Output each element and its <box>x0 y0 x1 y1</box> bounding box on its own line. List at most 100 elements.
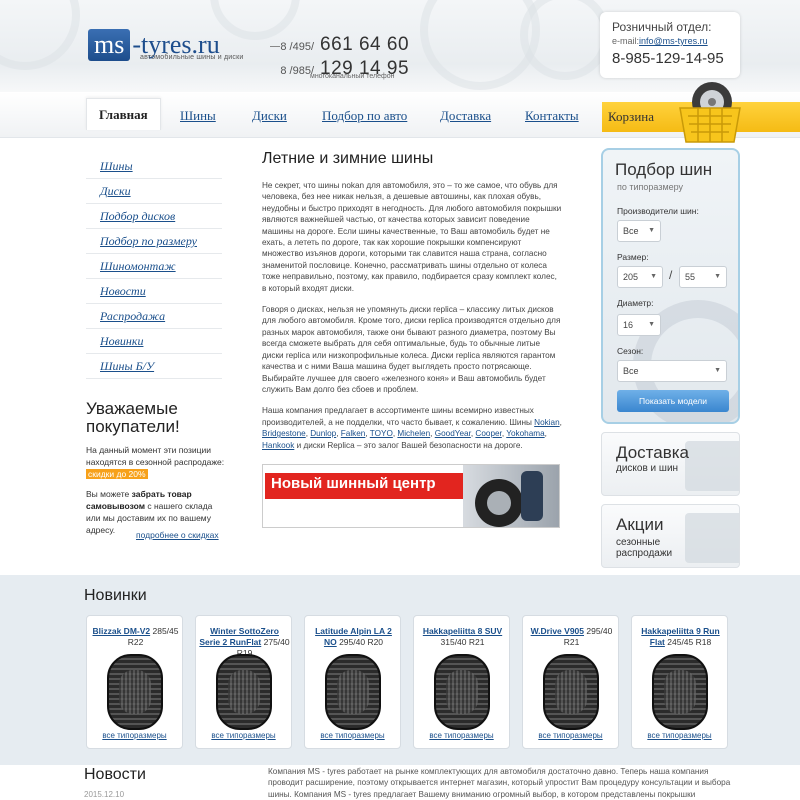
sidebar-item-size-selection[interactable]: Подбор по размеру <box>86 229 222 254</box>
phone-note: многоканальный телефон <box>310 73 395 80</box>
promo-text-2-pre: Вы можете <box>86 489 130 499</box>
season-label: Сезон: <box>617 346 644 356</box>
brand-link[interactable]: TOYO <box>370 429 393 438</box>
sidebar-item-wheels[interactable]: Диски <box>86 179 222 204</box>
phone-number: 661 64 60 <box>320 34 410 55</box>
promo-pickup-text: Вы можете забрать товар самовывозом с на… <box>86 488 226 536</box>
page-title: Летние и зимние шины <box>262 150 434 167</box>
brand-link[interactable]: Hankook <box>262 441 294 450</box>
all-sizes-link[interactable]: все типоразмеры <box>523 731 618 740</box>
nav-contacts[interactable]: Контакты <box>525 102 579 130</box>
tire-image <box>325 654 381 730</box>
cart-basket-icon[interactable] <box>674 78 746 150</box>
product-title-link[interactable]: W.Drive V905 <box>531 626 584 636</box>
size-separator: / <box>669 268 673 282</box>
news-text: Компания MS - tyres работает на рынке ко… <box>268 767 731 799</box>
chevron-down-icon: ▼ <box>714 273 721 280</box>
news-title: Новости <box>84 766 146 783</box>
wheel-icon <box>685 513 739 563</box>
tire-image <box>107 654 163 730</box>
news-date: 2015.12.10 <box>84 790 125 799</box>
delivery-subtitle: дисков и шин <box>616 463 679 474</box>
nav-tires[interactable]: Шины <box>180 102 216 130</box>
brand-link[interactable]: Yokohama <box>506 429 544 438</box>
sidebar-item-used-tires[interactable]: Шины Б/У <box>86 354 222 379</box>
nav-car-selection[interactable]: Подбор по авто <box>322 102 407 130</box>
sidebar-item-tires[interactable]: Шины <box>86 154 222 179</box>
product-card[interactable]: Hakkapeliitta 8 SUV 315/40 R21 все типор… <box>413 615 510 749</box>
all-sizes-link[interactable]: все типоразмеры <box>632 731 727 740</box>
all-sizes-link[interactable]: все типоразмеры <box>414 731 509 740</box>
product-title-link[interactable]: Hakkapeliitta 8 SUV <box>423 626 502 636</box>
maker-select-value: Все <box>623 226 639 236</box>
brand-link[interactable]: GoodYear <box>435 429 471 438</box>
nav-wheels[interactable]: Диски <box>252 102 287 130</box>
paragraph-text: Наша компания предлагает в ассортименте … <box>262 406 534 427</box>
sidebar-nav: Шины Диски Подбор дисков Подбор по разме… <box>86 154 222 379</box>
banner-text: Новый шинный центр <box>271 475 436 492</box>
all-sizes-link[interactable]: все типоразмеры <box>87 731 182 740</box>
product-card[interactable]: Latitude Alpin LA 2 NO 295/40 R20 все ти… <box>304 615 401 749</box>
all-sizes-link[interactable]: все типоразмеры <box>305 731 400 740</box>
chevron-down-icon: ▼ <box>714 367 721 374</box>
sidebar-item-wheel-selection[interactable]: Подбор дисков <box>86 204 222 229</box>
product-card[interactable]: W.Drive V905 295/40 R21 все типоразмеры <box>522 615 619 749</box>
brand-link[interactable]: Nokian <box>534 418 560 427</box>
promo-block: Уважаемые покупатели! На данный момент э… <box>86 400 226 540</box>
delivery-title: Доставка <box>616 443 690 462</box>
product-name: Hakkapeliitta 9 Run Flat 245/45 R18 <box>635 626 726 648</box>
sidebar-item-tire-fitting[interactable]: Шиномонтаж <box>86 254 222 279</box>
article-paragraph: Наша компания предлагает в ассортименте … <box>262 406 562 450</box>
product-card[interactable]: Winter SottoZero Serie 2 RunFlat 275/40 … <box>195 615 292 749</box>
delivery-box[interactable]: Доставка дисков и шин <box>601 432 740 496</box>
promotions-subtitle-2: распродажи <box>616 548 673 559</box>
picker-title: Подбор шин <box>615 160 713 179</box>
nav-delivery[interactable]: Доставка <box>440 102 491 130</box>
discount-details-link[interactable]: подробнее о скидках <box>136 530 219 540</box>
profile-select[interactable]: 55 ▼ <box>679 266 727 288</box>
sidebar-item-news[interactable]: Новости <box>86 279 222 304</box>
diameter-label: Диаметр: <box>617 298 654 308</box>
article-paragraph: Не секрет, что шины nokan для автомобиля… <box>262 181 562 293</box>
sidebar-item-sale[interactable]: Распродажа <box>86 304 222 329</box>
size-label: Размер: <box>617 252 649 262</box>
discount-badge: скидки до 20% <box>86 469 148 479</box>
maker-select[interactable]: Все ▼ <box>617 220 661 242</box>
email-link[interactable]: info@ms-tyres.ru <box>639 36 708 46</box>
diameter-select[interactable]: 16 ▼ <box>617 314 661 336</box>
product-name: Hakkapeliitta 8 SUV 315/40 R21 <box>417 626 508 648</box>
promo-text: На данный момент эти позиции находятся в… <box>86 444 226 480</box>
new-arrivals-section: Новинки Blizzak DM-V2 285/45 R22 все тип… <box>0 575 800 765</box>
brand-link[interactable]: Cooper <box>475 429 501 438</box>
promotions-box[interactable]: Акции сезонные распродажи <box>601 504 740 568</box>
show-models-button[interactable]: Показать модели <box>617 390 729 412</box>
tire-center-banner[interactable]: Новый шинный центр <box>262 464 560 528</box>
logo-tagline: автомобильные шины и диски <box>140 54 244 61</box>
brand-link[interactable]: Bridgestone <box>262 429 306 438</box>
chevron-down-icon: ▼ <box>650 273 657 280</box>
tire-image <box>434 654 490 730</box>
product-card[interactable]: Hakkapeliitta 9 Run Flat 245/45 R18 все … <box>631 615 728 749</box>
maker-label: Производители шин: <box>617 206 699 216</box>
all-sizes-link[interactable]: все типоразмеры <box>196 731 291 740</box>
brand-link[interactable]: Falken <box>341 429 366 438</box>
product-title-link[interactable]: Blizzak DM-V2 <box>93 626 151 636</box>
nav-home[interactable]: Главная <box>86 98 161 130</box>
brand-link[interactable]: Dunlop <box>310 429 336 438</box>
brand-link[interactable]: Michelen <box>397 429 430 438</box>
product-card[interactable]: Blizzak DM-V2 285/45 R22 все типоразмеры <box>86 615 183 749</box>
main-content: Летние и зимние шины Не секрет, что шины… <box>262 150 562 461</box>
product-size: 295/40 R20 <box>339 637 384 647</box>
season-select[interactable]: Все ▼ <box>617 360 727 382</box>
diameter-select-value: 16 <box>623 320 634 330</box>
retail-email: e-mail:info@ms-tyres.ru <box>612 36 728 46</box>
season-select-value: Все <box>623 366 639 376</box>
tire-picker: Подбор шин по типоразмеру Производители … <box>601 148 740 424</box>
retail-phone: 8-985-129-14-95 <box>612 50 724 67</box>
phone-row: 8 /495/ 661 64 60 <box>270 34 410 58</box>
tire-image <box>652 654 708 730</box>
rim-decoration <box>0 0 80 70</box>
product-name: Latitude Alpin LA 2 NO 295/40 R20 <box>308 626 399 648</box>
width-select[interactable]: 205 ▼ <box>617 266 663 288</box>
sidebar-item-new-arrivals[interactable]: Новинки <box>86 329 222 354</box>
